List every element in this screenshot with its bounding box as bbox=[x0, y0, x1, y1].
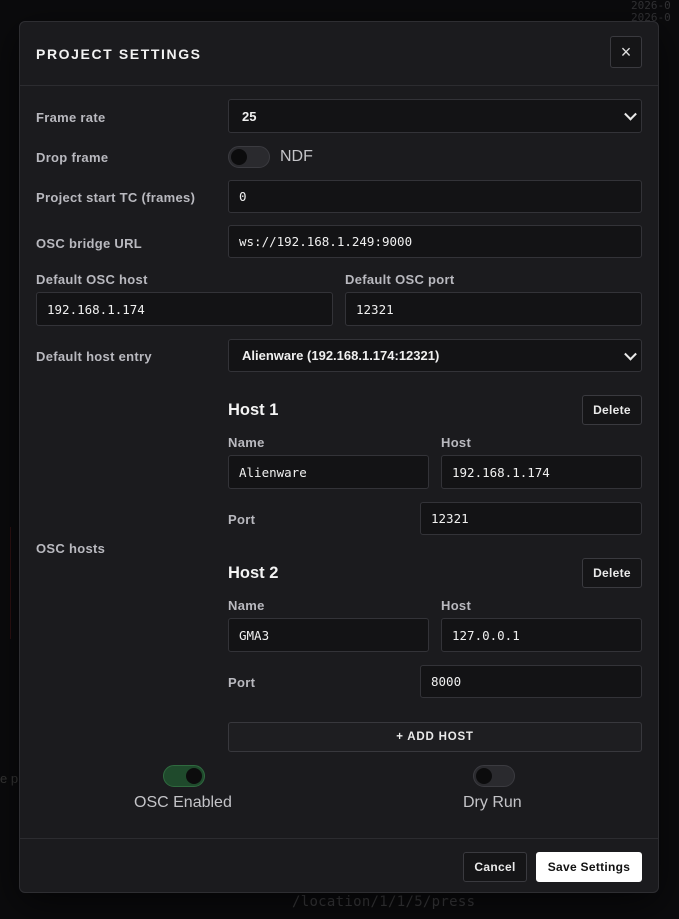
drop-frame-toggle[interactable] bbox=[228, 146, 270, 168]
save-settings-button[interactable]: Save Settings bbox=[536, 852, 642, 882]
default-entry-label: Default host entry bbox=[36, 349, 152, 364]
osc-enabled-toggle[interactable] bbox=[163, 765, 205, 787]
default-host-label: Default OSC host bbox=[36, 272, 148, 287]
osc-hosts-label: OSC hosts bbox=[36, 541, 106, 556]
cancel-button[interactable]: Cancel bbox=[463, 852, 527, 882]
host-2-host-input[interactable]: 127.0.0.1 bbox=[441, 618, 642, 652]
frame-rate-value: 25 bbox=[242, 108, 257, 124]
host-2-title: Host 2 bbox=[228, 564, 279, 582]
toggle-knob bbox=[476, 768, 492, 784]
bridge-url-input[interactable]: ws://192.168.1.249:9000 bbox=[228, 225, 642, 258]
add-host-button[interactable]: + ADD HOST bbox=[228, 722, 642, 752]
close-icon: × bbox=[620, 41, 632, 62]
frame-rate-label: Frame rate bbox=[36, 110, 106, 125]
project-settings-dialog: PROJECT SETTINGS × Frame rate 25 Drop fr… bbox=[19, 21, 659, 893]
default-port-label: Default OSC port bbox=[345, 272, 455, 287]
default-port-input[interactable]: 12321 bbox=[345, 292, 642, 326]
dry-run-toggle[interactable] bbox=[473, 765, 515, 787]
host-2-host-label: Host bbox=[441, 598, 472, 613]
drop-frame-label: Drop frame bbox=[36, 150, 109, 165]
delete-host-1-button[interactable]: Delete bbox=[582, 395, 642, 425]
chevron-down-icon bbox=[624, 107, 637, 121]
start-tc-label: Project start TC (frames) bbox=[36, 190, 196, 205]
frame-rate-select[interactable]: 25 bbox=[228, 99, 642, 133]
host-2-port-input[interactable]: 8000 bbox=[420, 665, 642, 698]
drop-frame-state-label: NDF bbox=[280, 148, 313, 165]
dialog-title: PROJECT SETTINGS bbox=[36, 46, 202, 62]
host-2-name-label: Name bbox=[228, 598, 265, 613]
host-1-host-label: Host bbox=[441, 435, 472, 450]
host-1-port-label: Port bbox=[228, 512, 256, 527]
chevron-down-icon bbox=[624, 347, 637, 361]
osc-enabled-label: OSC Enabled bbox=[134, 794, 232, 811]
dialog-footer: Cancel Save Settings bbox=[20, 838, 658, 894]
default-host-input[interactable]: 192.168.1.174 bbox=[36, 292, 333, 326]
host-2-name-input[interactable]: GMA3 bbox=[228, 618, 429, 652]
default-entry-value: Alienware (192.168.1.174:12321) bbox=[242, 348, 440, 363]
toggle-knob bbox=[186, 768, 202, 784]
toggle-knob bbox=[231, 149, 247, 165]
bridge-url-label: OSC bridge URL bbox=[36, 236, 143, 251]
start-tc-input[interactable]: 0 bbox=[228, 180, 642, 213]
host-1-name-label: Name bbox=[228, 435, 265, 450]
close-button[interactable]: × bbox=[610, 36, 642, 68]
host-1-port-input[interactable]: 12321 bbox=[420, 502, 642, 535]
host-1-host-input[interactable]: 192.168.1.174 bbox=[441, 455, 642, 489]
delete-host-2-button[interactable]: Delete bbox=[582, 558, 642, 588]
dialog-header: PROJECT SETTINGS × bbox=[20, 22, 658, 86]
host-1-name-input[interactable]: Alienware bbox=[228, 455, 429, 489]
host-1-title: Host 1 bbox=[228, 401, 279, 419]
default-entry-select[interactable]: Alienware (192.168.1.174:12321) bbox=[228, 339, 642, 372]
host-2-port-label: Port bbox=[228, 675, 256, 690]
dry-run-label: Dry Run bbox=[463, 794, 522, 811]
